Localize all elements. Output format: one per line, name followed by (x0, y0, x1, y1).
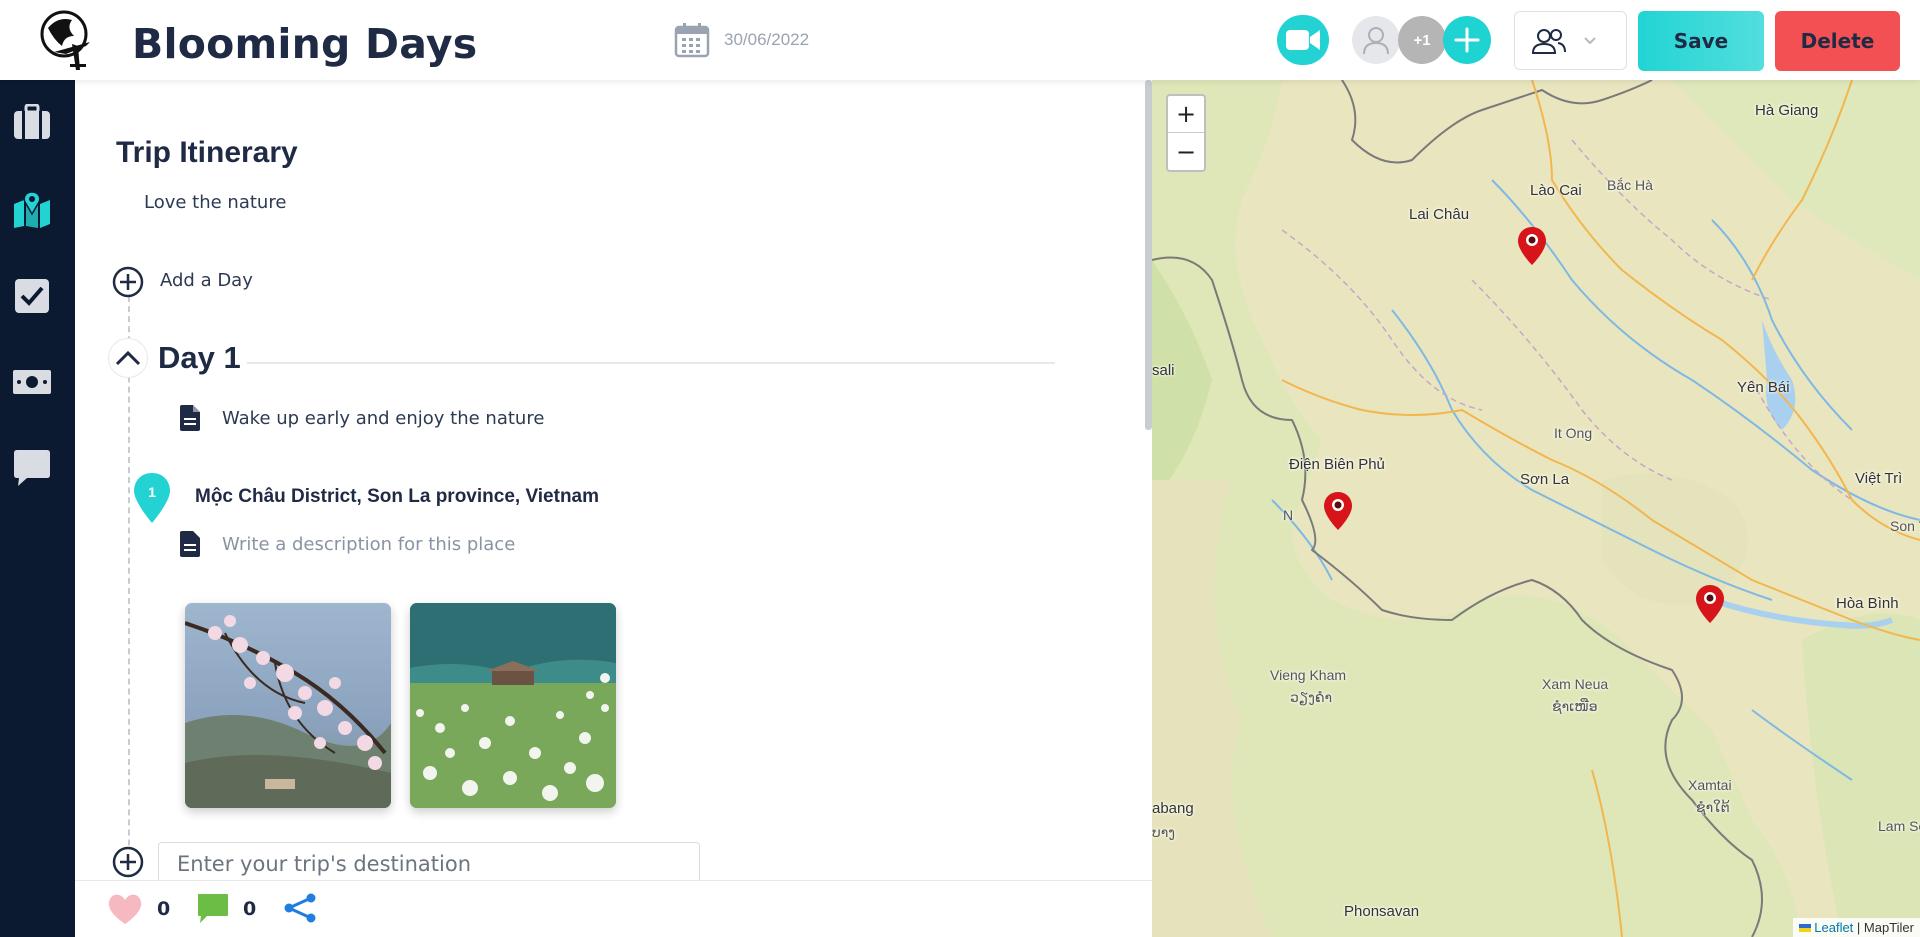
flag-icon (1799, 924, 1812, 932)
more-members-badge[interactable]: +1 (1398, 16, 1446, 64)
app-logo[interactable] (36, 6, 98, 74)
calendar-icon (674, 23, 710, 58)
map-label: Xam Neua (1542, 676, 1609, 692)
map-label: ຊຳໃຕ້ (1696, 799, 1730, 815)
trip-map[interactable]: + − Hà Giang Lào Cai Bắc Hà Lai Châu Yên… (1152, 80, 1920, 937)
day-title: Day 1 (158, 340, 241, 375)
like-count: 0 (157, 898, 171, 920)
sidebar-item-map[interactable] (12, 190, 52, 230)
day-note-text: Wake up early and enjoy the nature (222, 407, 545, 429)
video-camera-icon (1286, 30, 1320, 50)
comment-button[interactable]: 0 (197, 893, 256, 925)
top-bar: Blooming Days 30/06/2022 +1 Save Delete (0, 0, 1920, 80)
destination-input[interactable] (158, 842, 700, 880)
itinerary-heading: Trip Itinerary (116, 136, 298, 169)
trip-title[interactable]: Blooming Days (132, 20, 477, 68)
map-label: sali (1152, 362, 1175, 379)
sidebar-item-trip[interactable] (12, 102, 52, 142)
date-text: 30/06/2022 (724, 30, 810, 49)
chevron-up-icon (115, 350, 141, 366)
leaflet-link[interactable]: Leaflet (1814, 920, 1853, 935)
heart-icon (108, 894, 142, 924)
map-label: Hà Giang (1755, 102, 1819, 119)
map-label: It Ong (1554, 425, 1593, 441)
map-label: N (1283, 507, 1294, 523)
map-label: Son T (1890, 518, 1920, 534)
itinerary-panel: Trip Itinerary Love the nature Add a Day… (75, 80, 1152, 880)
map-marker-icon[interactable] (1517, 226, 1547, 266)
sidebar-item-budget[interactable] (12, 362, 52, 402)
map-label: Lai Châu (1409, 206, 1470, 223)
members-dropdown[interactable] (1514, 11, 1627, 70)
map-label: ຊຳເໜືອ (1552, 698, 1598, 714)
attribution-text: | MapTiler (1853, 920, 1914, 935)
document-icon (180, 531, 200, 557)
add-day-button[interactable]: Add a Day (160, 270, 253, 291)
map-label: Hòa Bình (1836, 595, 1899, 612)
add-destination-icon[interactable] (112, 846, 144, 878)
map-label: ວຽງຄຳ (1290, 689, 1333, 705)
group-icon (1531, 28, 1566, 54)
map-terrain (1152, 80, 1920, 937)
add-day-icon[interactable] (112, 266, 144, 298)
map-label: Phonsavan (1344, 903, 1420, 920)
user-icon (1363, 27, 1389, 55)
map-label: Lào Cai (1530, 182, 1582, 199)
share-icon (284, 893, 316, 923)
map-label: Xamtai (1688, 777, 1732, 793)
place-photo[interactable] (410, 603, 616, 808)
zoom-out-button[interactable]: − (1168, 133, 1204, 170)
checkbox-icon (15, 279, 49, 313)
sidebar-item-checklist[interactable] (12, 276, 52, 316)
video-call-button[interactable] (1277, 15, 1329, 65)
place-photo[interactable] (185, 603, 391, 808)
member-avatar[interactable] (1352, 16, 1400, 64)
day-divider (247, 362, 1055, 364)
map-marker-icon[interactable] (1695, 584, 1725, 624)
map-label: Yên Bái (1737, 379, 1790, 396)
zoom-in-button[interactable]: + (1168, 96, 1204, 133)
map-zoom-control: + − (1166, 94, 1206, 172)
comment-count: 0 (243, 898, 257, 920)
place-description-placeholder: Write a description for this place (222, 533, 516, 555)
sidebar-item-chat[interactable] (12, 448, 52, 488)
social-bar: 0 0 (75, 880, 1152, 937)
map-label: Điện Biên Phủ (1289, 456, 1385, 473)
map-label: Việt Trì (1855, 470, 1903, 487)
money-icon (13, 370, 51, 394)
place-description[interactable]: Write a description for this place (180, 531, 515, 557)
chevron-down-icon (1584, 36, 1596, 44)
delete-button[interactable]: Delete (1775, 11, 1900, 71)
like-button[interactable]: 0 (107, 893, 170, 925)
trip-date[interactable]: 30/06/2022 (674, 22, 809, 58)
briefcase-icon (14, 104, 50, 139)
sidebar (0, 80, 75, 937)
save-button[interactable]: Save (1638, 11, 1764, 71)
add-member-button[interactable] (1443, 16, 1491, 64)
plus-icon (1454, 27, 1480, 53)
svg-text:1: 1 (148, 484, 156, 500)
place-number-marker: 1 (134, 473, 170, 523)
map-label: ບາງ (1152, 824, 1176, 840)
map-label: Vieng Kham (1270, 667, 1347, 683)
map-pin-icon (14, 192, 50, 228)
place-name[interactable]: Mộc Châu District, Son La province, Viet… (195, 486, 599, 508)
map-label: abang (1152, 800, 1194, 817)
comment-icon (198, 894, 228, 923)
share-button[interactable] (283, 893, 317, 923)
day-note[interactable]: Wake up early and enjoy the nature (180, 405, 544, 431)
map-label: Lam Son (1878, 818, 1920, 834)
collapse-day-button[interactable] (108, 338, 148, 378)
map-label: Sơn La (1520, 471, 1570, 488)
itinerary-subtitle[interactable]: Love the nature (144, 192, 286, 213)
map-marker-icon[interactable] (1323, 491, 1353, 531)
chat-icon (14, 450, 50, 486)
timeline-line (128, 296, 130, 880)
map-attribution: Leaflet | MapTiler (1793, 918, 1920, 937)
map-label: Bắc Hà (1607, 177, 1653, 193)
scrollbar[interactable] (1145, 80, 1152, 430)
document-icon (180, 405, 200, 431)
